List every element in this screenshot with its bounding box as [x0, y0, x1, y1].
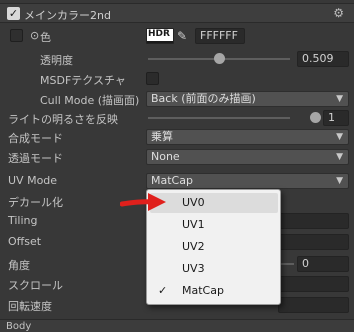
eyedropper-icon[interactable]: ✎ [177, 29, 187, 43]
light-slider-knob[interactable] [310, 112, 321, 123]
rotspeed-label: 回転速度 [8, 300, 52, 313]
circle-dot-icon: ⊙ [30, 29, 40, 42]
decal-label: デカール化 [8, 196, 63, 209]
blend-row: 合成モード 乗算 ▼ [0, 128, 354, 146]
scroll-field[interactable] [278, 276, 349, 292]
scroll-label: スクロール [8, 279, 63, 292]
footer-bar: Body [0, 319, 354, 332]
tiling-field[interactable] [278, 213, 349, 229]
msdf-checkbox[interactable] [146, 72, 159, 85]
light-slider-track[interactable] [148, 117, 290, 119]
chevron-down-icon: ▼ [336, 94, 343, 104]
chevron-down-icon: ▼ [336, 152, 343, 162]
hdr-badge: HDR [148, 29, 170, 39]
color-swatch[interactable]: HDR [146, 28, 174, 44]
angle-label: 角度 [8, 259, 30, 272]
section-title: メインカラー2nd [24, 9, 111, 22]
color-hex-field[interactable]: FFFFFF [195, 28, 245, 44]
alpha-label: 透過モード [8, 152, 63, 165]
popup-item-uv1[interactable]: UV1 [150, 215, 278, 235]
popup-item-uv3[interactable]: UV3 [150, 259, 278, 279]
rotspeed-field[interactable] [278, 297, 349, 313]
light-label: ライトの明るさを反映 [8, 113, 118, 126]
popup-item-matcap[interactable]: ✓ MatCap [150, 281, 278, 301]
light-row: ライトの明るさを反映 1 [0, 109, 354, 127]
opacity-field[interactable]: 0.509 [297, 51, 349, 67]
blend-label: 合成モード [8, 132, 63, 145]
section-enable-checkbox[interactable]: ✓ [7, 7, 20, 20]
cull-label: Cull Mode (描画面) [40, 94, 140, 107]
blend-dropdown[interactable]: 乗算 ▼ [146, 129, 349, 145]
color-row: ⊙ 色 HDR ✎ FFFFFF [0, 27, 354, 45]
chevron-down-icon: ▼ [336, 132, 343, 142]
msdf-row: MSDFテクスチャ [0, 70, 354, 88]
alpha-value: None [151, 150, 180, 163]
alpha-dropdown[interactable]: None ▼ [146, 149, 349, 165]
tiling-label: Tiling [8, 214, 38, 227]
offset-field[interactable] [278, 234, 349, 250]
uvmode-row: UV Mode MatCap ▼ [0, 172, 354, 190]
uvmode-value: MatCap [151, 174, 193, 187]
cull-row: Cull Mode (描画面) Back (前面のみ描画) ▼ [0, 90, 354, 108]
footer-label: Body [6, 321, 32, 332]
color-toggle-checkbox[interactable] [10, 29, 23, 42]
blend-value: 乗算 [151, 130, 173, 143]
cull-value: Back (前面のみ描画) [151, 92, 256, 105]
opacity-label: 透明度 [40, 54, 73, 67]
opacity-row: 透明度 0.509 [0, 50, 354, 68]
uvmode-dropdown[interactable]: MatCap ▼ [146, 173, 349, 189]
angle-field[interactable]: 0 [297, 256, 349, 272]
offset-label: Offset [8, 235, 42, 248]
cull-dropdown[interactable]: Back (前面のみ描画) ▼ [146, 91, 349, 107]
msdf-label: MSDFテクスチャ [40, 74, 126, 87]
color-label: 色 [40, 31, 51, 44]
alpha-row: 透過モード None ▼ [0, 148, 354, 166]
light-field[interactable]: 1 [323, 110, 349, 126]
uvmode-label: UV Mode [8, 174, 58, 187]
popup-item-uv2[interactable]: UV2 [150, 237, 278, 257]
checkmark-icon: ✓ [158, 284, 168, 297]
red-arrow-annotation [120, 193, 166, 211]
opacity-slider-knob[interactable] [214, 53, 225, 64]
chevron-down-icon: ▼ [336, 176, 343, 186]
gear-icon[interactable]: ⚙ [333, 6, 344, 20]
section-header[interactable]: ✓ メインカラー2nd ⚙ [0, 3, 354, 23]
